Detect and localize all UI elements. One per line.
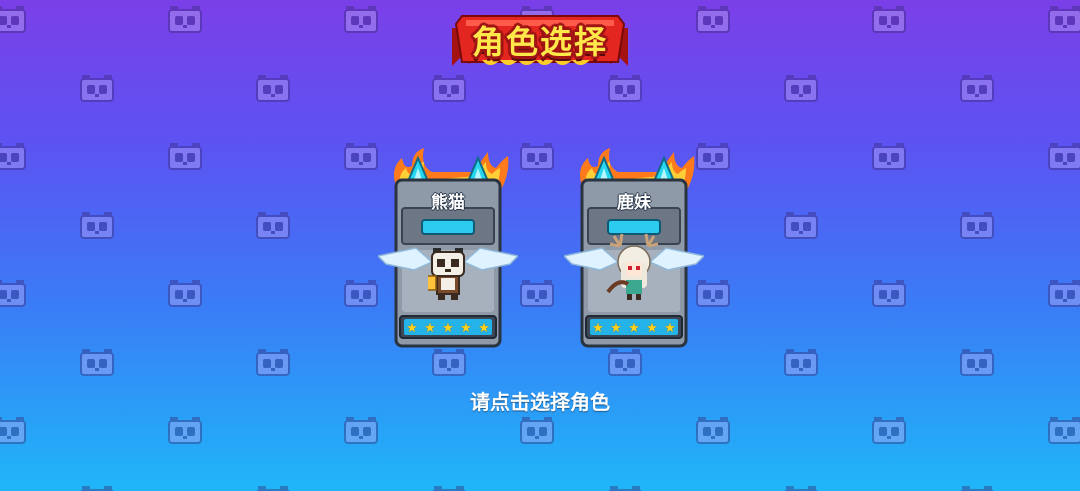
panda-pattern-icon	[784, 211, 818, 240]
panda-pattern-icon	[872, 143, 906, 171]
panda-pattern-icon	[0, 280, 26, 308]
star-icon: ★	[628, 321, 640, 336]
panda-pattern-icon	[960, 485, 994, 491]
panda-pattern-icon	[256, 74, 290, 103]
panda-pattern-icon	[608, 74, 642, 103]
panda-pattern-icon	[80, 348, 114, 377]
panda-icon	[428, 248, 465, 300]
panda-pattern-icon	[696, 6, 730, 34]
panda-pattern-icon	[168, 280, 202, 308]
panda-pattern-icon	[696, 417, 730, 445]
deer-girl-icon	[606, 233, 659, 300]
panda-pattern-icon	[0, 417, 26, 445]
panda-pattern-icon	[1048, 143, 1080, 171]
panda-pattern-icon	[960, 74, 994, 103]
panda-pattern-icon	[520, 280, 554, 308]
star-icon: ★	[646, 321, 658, 336]
panda-pattern-icon	[432, 485, 466, 491]
character-name: 鹿妹	[617, 193, 651, 213]
panda-pattern-icon	[80, 74, 114, 103]
star-icon: ★	[424, 321, 436, 336]
panda-pattern-icon	[784, 74, 818, 103]
panda-pattern-icon	[256, 485, 290, 491]
star-rating: ★ ★ ★ ★ ★	[398, 321, 498, 339]
panda-pattern-icon	[256, 211, 290, 240]
panda-pattern-icon	[872, 280, 906, 308]
title-banner: 角色选择	[452, 8, 628, 72]
panda-pattern-icon	[784, 485, 818, 491]
panda-pattern-icon	[80, 211, 114, 240]
panda-pattern-icon	[168, 417, 202, 445]
star-icon: ★	[664, 321, 676, 336]
panda-pattern-icon	[168, 6, 202, 34]
panda-pattern-icon	[0, 6, 26, 34]
panda-pattern-icon	[344, 6, 378, 34]
panda-pattern-icon	[432, 74, 466, 103]
panda-pattern-icon	[520, 143, 554, 171]
screen-title: 角色选择	[471, 23, 608, 61]
star-icon: ★	[406, 321, 418, 336]
star-icon: ★	[610, 321, 622, 336]
character-card-deer-girl[interactable]: 鹿妹 ★ ★ ★ ★ ★	[564, 146, 704, 356]
star-icon: ★	[478, 321, 490, 336]
panda-pattern-icon	[344, 143, 378, 171]
star-icon: ★	[460, 321, 472, 336]
panda-pattern-icon	[960, 211, 994, 240]
panda-pattern-background	[0, 0, 1080, 491]
panda-pattern-icon	[1048, 280, 1080, 308]
panda-pattern-icon	[520, 417, 554, 445]
panda-pattern-icon	[256, 348, 290, 377]
panda-pattern-icon	[344, 280, 378, 308]
panda-pattern-icon	[608, 485, 642, 491]
select-character-prompt: 请点击选择角色	[470, 390, 610, 414]
star-icon: ★	[592, 321, 604, 336]
panda-pattern-icon	[960, 348, 994, 377]
panda-pattern-icon	[0, 143, 26, 171]
panda-pattern-icon	[80, 485, 114, 491]
panda-pattern-icon	[344, 417, 378, 445]
panda-pattern-icon	[168, 143, 202, 171]
star-icon: ★	[442, 321, 454, 336]
panda-pattern-icon	[872, 6, 906, 34]
character-card-panda[interactable]: 熊猫 ★ ★ ★ ★ ★	[378, 146, 518, 356]
panda-pattern-icon	[1048, 417, 1080, 445]
panda-pattern-icon	[784, 348, 818, 377]
panda-pattern-icon	[1048, 6, 1080, 34]
panda-pattern-icon	[872, 417, 906, 445]
star-rating: ★ ★ ★ ★ ★	[584, 321, 684, 339]
character-name: 熊猫	[431, 193, 465, 213]
